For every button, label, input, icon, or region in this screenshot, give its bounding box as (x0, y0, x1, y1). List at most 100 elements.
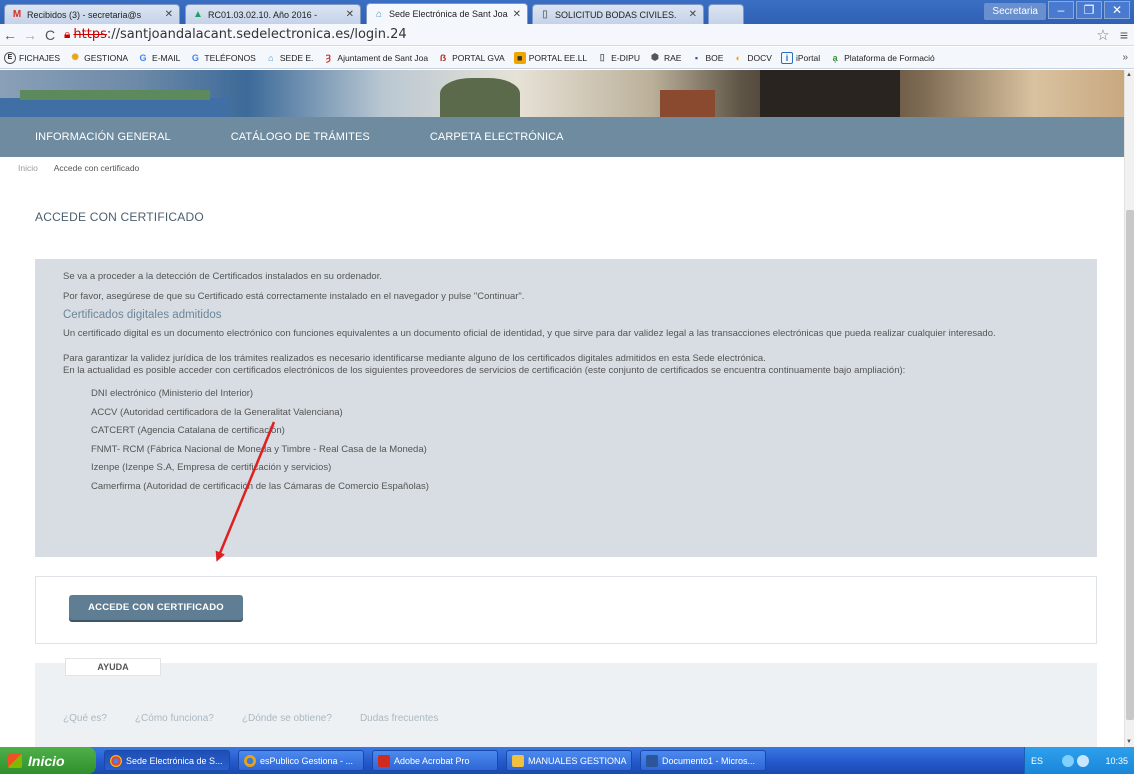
taskbar-item-firefox[interactable]: esPublico Gestiona - ... (238, 750, 364, 771)
bookmark-item[interactable]: ⌂ SEDE E. (265, 52, 313, 64)
paragraph: Un certificado digital es un documento e… (63, 327, 996, 339)
bookmark-item[interactable]: ■ PORTAL EE.LL (513, 51, 588, 64)
document-icon: ▯ (599, 52, 605, 62)
bookmark-item[interactable]: G E-MAIL (137, 52, 181, 64)
reload-icon[interactable]: C (40, 27, 60, 43)
nav-carpeta-electronica[interactable]: CARPETA ELECTRÓNICA (430, 131, 564, 143)
taskbar-item-chrome[interactable]: Sede Electrónica de S... (104, 750, 230, 771)
more-bookmarks-icon[interactable]: » (1122, 52, 1128, 63)
google-icon: G (139, 52, 147, 63)
help-link[interactable]: ¿Cómo funciona? (135, 713, 214, 724)
back-icon[interactable]: ← (0, 27, 20, 43)
docv-icon: ◐ (735, 52, 742, 63)
nav-catalogo-tramites[interactable]: CATÁLOGO DE TRÁMITES (231, 131, 370, 143)
bookmark-label: GESTIONA (84, 52, 129, 63)
sede-icon: ⌂ (268, 52, 274, 63)
tab-title: RC01.03.02.10. Año 2016 - (208, 9, 318, 20)
stadium-track-shape (0, 98, 230, 117)
bookmark-item[interactable]: Ȝ Ajuntament de Sant Joa (322, 52, 428, 64)
tab-solicitud[interactable]: ▯ SOLICITUD BODAS CIVILES. ✕ (532, 4, 704, 24)
nav-informacion-general[interactable]: INFORMACIÓN GENERAL (35, 131, 171, 143)
menu-icon[interactable]: ≡ (1114, 27, 1134, 43)
close-icon[interactable]: ✕ (165, 9, 173, 20)
breadcrumb-home-link[interactable]: Inicio (18, 163, 38, 173)
bookmark-item[interactable]: ▯ E-DIPU (596, 52, 640, 64)
bookmark-item[interactable]: ẞ PORTAL GVA (437, 52, 505, 64)
web-page: INFORMACIÓN GENERAL CATÁLOGO DE TRÁMITES… (0, 70, 1124, 747)
help-link[interactable]: ¿Dónde se obtiene? (242, 713, 332, 724)
language-indicator[interactable]: ES (1031, 756, 1043, 766)
forward-icon[interactable]: → (20, 27, 40, 43)
taskbar-item-word[interactable]: Documento1 - Micros... (640, 750, 766, 771)
new-tab-button[interactable] (708, 4, 744, 24)
volume-icon[interactable] (1077, 754, 1090, 767)
bookmark-item[interactable]: G TELÉFONOS (189, 52, 256, 64)
section-subtitle: Certificados digitales admitidos (63, 309, 222, 321)
task-label: Documento1 - Micros... (662, 755, 756, 766)
close-window-icon[interactable]: ✕ (1104, 1, 1130, 19)
paragraph: Para garantizar la validez jurídica de l… (63, 353, 766, 364)
formacion-icon: ạ (832, 52, 838, 63)
bookmark-label: FICHAJES (19, 52, 61, 63)
list-item: FNMT- RCM (Fábrica Nacional de Moneda y … (91, 443, 427, 455)
portal-eell-icon: ■ (513, 51, 526, 64)
bookmark-item[interactable]: E FICHAJES (4, 51, 61, 64)
bookmark-star-icon[interactable]: ☆ (1092, 26, 1114, 44)
help-tab[interactable]: AYUDA (65, 658, 161, 676)
taskbar-item-folder[interactable]: MANUALES GESTIONA (506, 750, 632, 771)
close-icon[interactable]: ✕ (689, 9, 697, 20)
help-link[interactable]: ¿Qué es? (63, 713, 107, 724)
list-item: DNI electrónico (Ministerio del Interior… (91, 388, 254, 399)
bookmark-item[interactable]: ✺ GESTIONA (69, 52, 128, 64)
fichajes-icon: E (4, 51, 16, 64)
network-icon[interactable] (1062, 754, 1075, 767)
iportal-icon: i (780, 51, 793, 64)
drive-icon: ▲ (193, 9, 203, 20)
bookmark-item[interactable]: ạ Plataforma de Formació (829, 52, 935, 64)
address-bar: ← → C 🔒︎ https ://santjoandalacant.sedel… (0, 24, 1134, 46)
bookmark-label: E-DIPU (611, 52, 640, 63)
restore-icon[interactable]: ❐ (1076, 1, 1102, 19)
acrobat-icon (378, 754, 390, 767)
login-with-certificate-button[interactable]: ACCEDE CON CERTIFICADO (69, 595, 243, 620)
windows-logo-icon (8, 753, 22, 768)
page-scrollbar[interactable]: ▲ ▼ (1124, 70, 1134, 747)
insecure-lock-icon[interactable]: 🔒︎ (64, 27, 70, 42)
url-scheme: https (73, 27, 107, 42)
bookmark-item[interactable]: ⬢ RAE (649, 52, 681, 64)
scroll-down-icon[interactable]: ▼ (1126, 739, 1132, 745)
tab-gmail[interactable]: M Recibidos (3) - secretaria@s ✕ (4, 4, 180, 24)
help-link[interactable]: Dudas frecuentes (360, 713, 438, 724)
tab-drive[interactable]: ▲ RC01.03.02.10. Año 2016 - ✕ (185, 4, 361, 24)
bookmark-label: Ajuntament de Sant Joa (337, 52, 429, 63)
system-tray: ES 10:35 (1024, 747, 1134, 774)
providers-list: DNI electrónico (Ministerio del Interior… (91, 388, 1069, 492)
list-item: Izenpe (Izenpe S.A, Empresa de certifica… (91, 462, 332, 473)
scroll-thumb[interactable] (1126, 210, 1134, 720)
start-button[interactable]: Inicio (0, 747, 96, 774)
bookmark-item[interactable]: i iPortal (780, 51, 820, 64)
page-title: ACCEDE CON CERTIFICADO (35, 210, 204, 224)
taskbar-item-acrobat[interactable]: Adobe Acrobat Pro (372, 750, 498, 771)
bookmark-label: Plataforma de Formació (844, 52, 935, 63)
google-icon: G (191, 52, 199, 63)
bookmark-item[interactable]: ◐ DOCV (732, 52, 772, 64)
scroll-up-icon[interactable]: ▲ (1126, 72, 1132, 78)
url-input[interactable]: 🔒︎ https ://santjoandalacant.sedelectron… (64, 26, 1092, 44)
browser-tab-strip: M Recibidos (3) - secretaria@s ✕ ▲ RC01.… (0, 0, 1134, 24)
word-icon (646, 754, 658, 767)
paragraph: En la actualidad es posible acceder con … (63, 364, 906, 376)
minimize-icon[interactable]: – (1048, 1, 1074, 19)
profile-label[interactable]: Secretaria (984, 3, 1046, 20)
palm-shape (440, 78, 520, 117)
close-icon[interactable]: ✕ (346, 9, 354, 20)
bookmark-label: PORTAL EE.LL (528, 52, 588, 63)
list-item: Camerfirma (Autoridad de certificación d… (91, 480, 429, 492)
bookmark-item[interactable]: ▪ BOE (690, 52, 724, 64)
breadcrumb-current: Accede con certificado (53, 163, 140, 173)
clock[interactable]: 10:35 (1105, 756, 1128, 766)
tray-icons (1059, 754, 1090, 767)
intro-text: Se va a proceder a la detección de Certi… (63, 271, 382, 282)
close-icon[interactable]: ✕ (513, 9, 521, 20)
tab-sede[interactable]: ⌂ Sede Electrónica de Sant Joa ✕ (366, 3, 528, 24)
